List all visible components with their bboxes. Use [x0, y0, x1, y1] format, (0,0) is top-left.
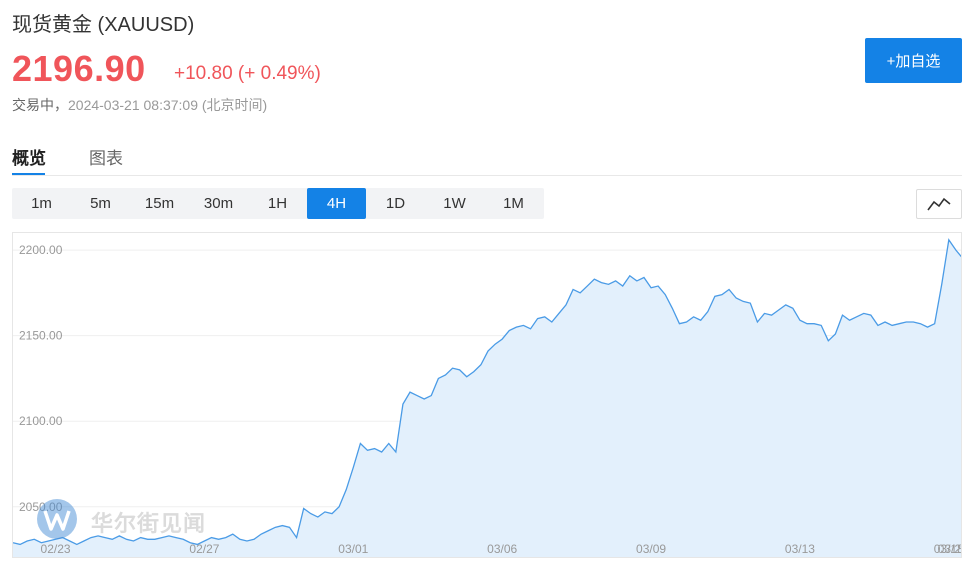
- period-30m[interactable]: 30m: [189, 188, 248, 219]
- x-tick-label: 03/09: [636, 542, 666, 556]
- y-tick-label: 2100.00: [19, 414, 63, 428]
- x-tick-label: 02/27: [189, 542, 219, 556]
- period-1w[interactable]: 1W: [425, 188, 484, 219]
- tab-chart[interactable]: 图表: [89, 144, 123, 169]
- wallstreetcn-logo-icon: [37, 499, 77, 539]
- x-tick-label: 03/13: [785, 542, 815, 556]
- timestamp: 2024-03-21 08:37:09: [68, 97, 198, 113]
- x-tick-label: 03/01: [338, 542, 368, 556]
- y-tick-label: 2150.00: [19, 329, 63, 343]
- price-chart: 2050.00 2100.00 2150.00 2200.00 02/23 02/27 0…: [12, 232, 962, 558]
- x-tick-label: 03/2: [938, 542, 962, 556]
- watermark: 华尔街见闻: [35, 497, 225, 541]
- line-chart-icon: [927, 197, 951, 211]
- trading-status: 交易中，2024-03-21 08:37:09 (北京时间): [12, 95, 267, 115]
- chart-type-button[interactable]: [916, 189, 962, 219]
- period-selector: 1m 5m 15m 30m 1H 4H 1D 1W 1M: [12, 188, 544, 219]
- y-tick-label: 2200.00: [19, 243, 63, 257]
- timezone-note: (北京时间): [201, 97, 268, 113]
- instrument-title: 现货黄金 (XAUUSD): [12, 14, 195, 36]
- watermark-text: 华尔街见闻: [91, 511, 207, 537]
- period-15m[interactable]: 15m: [130, 188, 189, 219]
- price-change: +10.80 (+ 0.49%): [174, 63, 321, 84]
- add-to-watchlist-button[interactable]: +加自选: [865, 38, 962, 83]
- period-1h[interactable]: 1H: [248, 188, 307, 219]
- period-4h[interactable]: 4H: [307, 188, 366, 219]
- period-5m[interactable]: 5m: [71, 188, 130, 219]
- divider: [12, 175, 962, 176]
- period-1d[interactable]: 1D: [366, 188, 425, 219]
- status-label: 交易中，: [12, 97, 68, 113]
- x-tick-label: 03/06: [487, 542, 517, 556]
- period-1mo[interactable]: 1M: [484, 188, 543, 219]
- x-tick-label: 02/23: [41, 542, 71, 556]
- current-price: 2196.90: [12, 48, 146, 89]
- tab-overview[interactable]: 概览: [12, 144, 46, 169]
- y-axis: 2050.002100.002150.002200.00: [19, 243, 63, 514]
- period-1m[interactable]: 1m: [12, 188, 71, 219]
